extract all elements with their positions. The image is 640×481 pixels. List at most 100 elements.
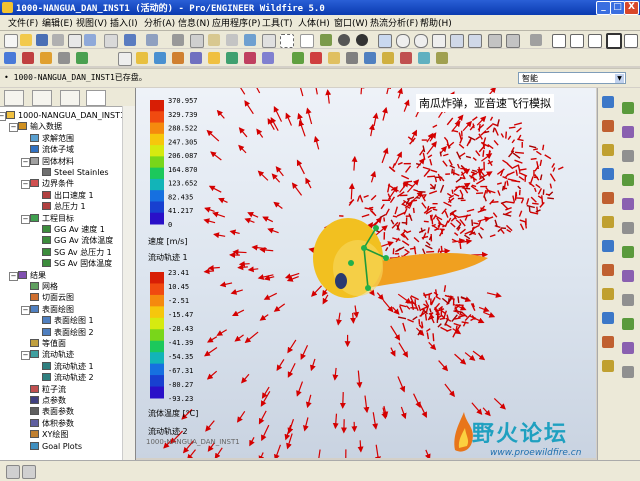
particle-tool-icon[interactable] xyxy=(310,52,322,64)
tree-item[interactable]: −输入数据 xyxy=(18,121,62,132)
axis-tool-icon[interactable] xyxy=(602,120,614,132)
save-icon[interactable] xyxy=(36,34,48,46)
tab-model-tree[interactable] xyxy=(4,90,24,106)
tree-expand-toggle[interactable]: − xyxy=(21,180,30,189)
tree-item[interactable]: −流动轨迹 xyxy=(30,349,74,360)
chamfer-icon[interactable] xyxy=(622,270,634,282)
regenerate-icon[interactable] xyxy=(104,34,118,48)
sweep-icon[interactable] xyxy=(602,192,614,204)
email-attach-icon[interactable] xyxy=(84,34,96,46)
stop-icon[interactable] xyxy=(400,52,412,64)
shaded-icon[interactable] xyxy=(588,34,602,48)
tree-expand-toggle[interactable]: − xyxy=(21,158,30,167)
tree-item[interactable]: −固体材料 xyxy=(30,156,74,167)
goal-tool-icon[interactable] xyxy=(382,52,394,64)
offset-icon[interactable] xyxy=(622,342,634,354)
mesh-tool-icon[interactable] xyxy=(292,52,304,64)
shell-icon[interactable] xyxy=(622,222,634,234)
window-icon[interactable] xyxy=(300,34,314,48)
tree-item[interactable]: 表面参数 xyxy=(30,406,74,417)
datum-axis-icon[interactable] xyxy=(22,52,34,64)
tree-expand-toggle[interactable]: − xyxy=(21,215,30,224)
tree-item[interactable]: 总压力 1 xyxy=(42,201,86,212)
layers-icon[interactable] xyxy=(488,34,502,48)
tree-expand-toggle[interactable]: − xyxy=(9,123,18,132)
tree-item[interactable]: −结果 xyxy=(18,270,46,281)
annotation-icon[interactable] xyxy=(76,52,88,64)
tools-icon[interactable] xyxy=(346,52,358,64)
plane-icon[interactable] xyxy=(154,52,166,64)
saved-views-icon[interactable] xyxy=(468,34,482,48)
datum-plane-icon[interactable] xyxy=(4,52,16,64)
thicken-icon[interactable] xyxy=(602,360,614,372)
tree-item[interactable]: −边界条件 xyxy=(30,178,74,189)
close-button[interactable]: X xyxy=(624,1,639,15)
menu-analysis[interactable]: 分析(A) xyxy=(144,16,175,29)
spin-center-icon[interactable] xyxy=(320,34,332,46)
undo-icon[interactable] xyxy=(124,34,136,46)
point-tool-icon[interactable] xyxy=(622,150,634,162)
shading-icon[interactable] xyxy=(338,34,350,46)
tab-flow-analysis[interactable] xyxy=(86,90,106,106)
tree-item[interactable]: SG Av 固体温度 xyxy=(42,258,112,269)
tree-item[interactable]: 切面云图 xyxy=(30,292,74,303)
repaint-icon[interactable] xyxy=(378,34,392,48)
table-icon[interactable] xyxy=(328,52,340,64)
tree-item[interactable]: 网格 xyxy=(30,281,58,292)
enhanced-icon[interactable] xyxy=(606,33,622,49)
tree-item[interactable]: 表面绘图 1 xyxy=(42,315,94,326)
axis-icon[interactable] xyxy=(172,52,184,64)
monitor-icon[interactable] xyxy=(418,52,430,64)
tree-item[interactable]: 出口速度 1 xyxy=(42,190,94,201)
tree-item[interactable]: Goal Plots xyxy=(30,441,82,452)
tree-expand-toggle[interactable]: − xyxy=(0,112,6,121)
menu-file[interactable]: 文件(F) xyxy=(8,16,38,29)
datum-point-icon[interactable] xyxy=(40,52,52,64)
hole-icon[interactable] xyxy=(602,216,614,228)
trim-icon[interactable] xyxy=(622,318,634,330)
sketch-icon[interactable] xyxy=(118,52,132,66)
tab-folder-browser[interactable] xyxy=(32,90,52,106)
tree-item[interactable]: 流动轨迹 1 xyxy=(42,361,94,372)
flow-run-icon[interactable] xyxy=(226,52,238,64)
round-icon[interactable] xyxy=(602,264,614,276)
tree-expand-toggle[interactable]: − xyxy=(9,272,18,281)
tree-scrollbar[interactable] xyxy=(122,106,135,460)
tree-item[interactable]: GG Av 流体温度 xyxy=(42,235,113,246)
zoom-in-icon[interactable] xyxy=(396,34,410,48)
regen-model-icon[interactable] xyxy=(244,34,256,46)
tree-expand-toggle[interactable]: − xyxy=(21,351,30,360)
tree-item[interactable]: 表面绘图 2 xyxy=(42,327,94,338)
browser-toggle-icon[interactable] xyxy=(22,465,36,479)
tree-item[interactable]: 点参数 xyxy=(30,395,66,406)
tree-item[interactable]: 流动轨迹 2 xyxy=(42,372,94,383)
graphics-viewport[interactable]: 370.957329.739288.522247.305206.087164.8… xyxy=(136,88,596,458)
menu-info[interactable]: 信息(N) xyxy=(178,16,210,29)
tree-item[interactable]: 粒子流 xyxy=(30,384,66,395)
hidden-line-icon[interactable] xyxy=(552,34,566,48)
rib-icon[interactable] xyxy=(602,240,614,252)
view-manager-icon[interactable] xyxy=(506,34,520,48)
tree-item[interactable]: −1000-NANGUA_DAN_INST1 xyxy=(6,110,125,121)
tree-item[interactable]: 体积参数 xyxy=(30,418,74,429)
new-icon[interactable] xyxy=(4,34,18,48)
tree-item[interactable]: 流体子域 xyxy=(30,144,74,155)
tree-item[interactable]: −工程目标 xyxy=(30,213,74,224)
sketch-tool-icon[interactable] xyxy=(602,96,614,108)
email-icon[interactable] xyxy=(68,34,82,48)
extrude-icon[interactable] xyxy=(602,168,614,180)
mirror-icon[interactable] xyxy=(622,294,634,306)
menu-window[interactable]: 窗口(W) xyxy=(334,16,368,29)
redo-icon[interactable] xyxy=(146,34,158,46)
csys-tool-icon[interactable] xyxy=(602,144,614,156)
find-icon[interactable] xyxy=(262,34,276,48)
menu-human[interactable]: 人体(H) xyxy=(298,16,330,29)
menu-help[interactable]: 帮助(H) xyxy=(420,16,452,29)
maximize-button[interactable]: □ xyxy=(610,1,625,15)
tree-item[interactable]: 等值面 xyxy=(30,338,66,349)
display-toggle-icon[interactable] xyxy=(624,34,638,48)
results-load-icon[interactable] xyxy=(244,52,256,64)
select-box-icon[interactable] xyxy=(280,34,294,48)
csys-icon[interactable] xyxy=(58,52,70,64)
blend-icon[interactable] xyxy=(622,198,634,210)
